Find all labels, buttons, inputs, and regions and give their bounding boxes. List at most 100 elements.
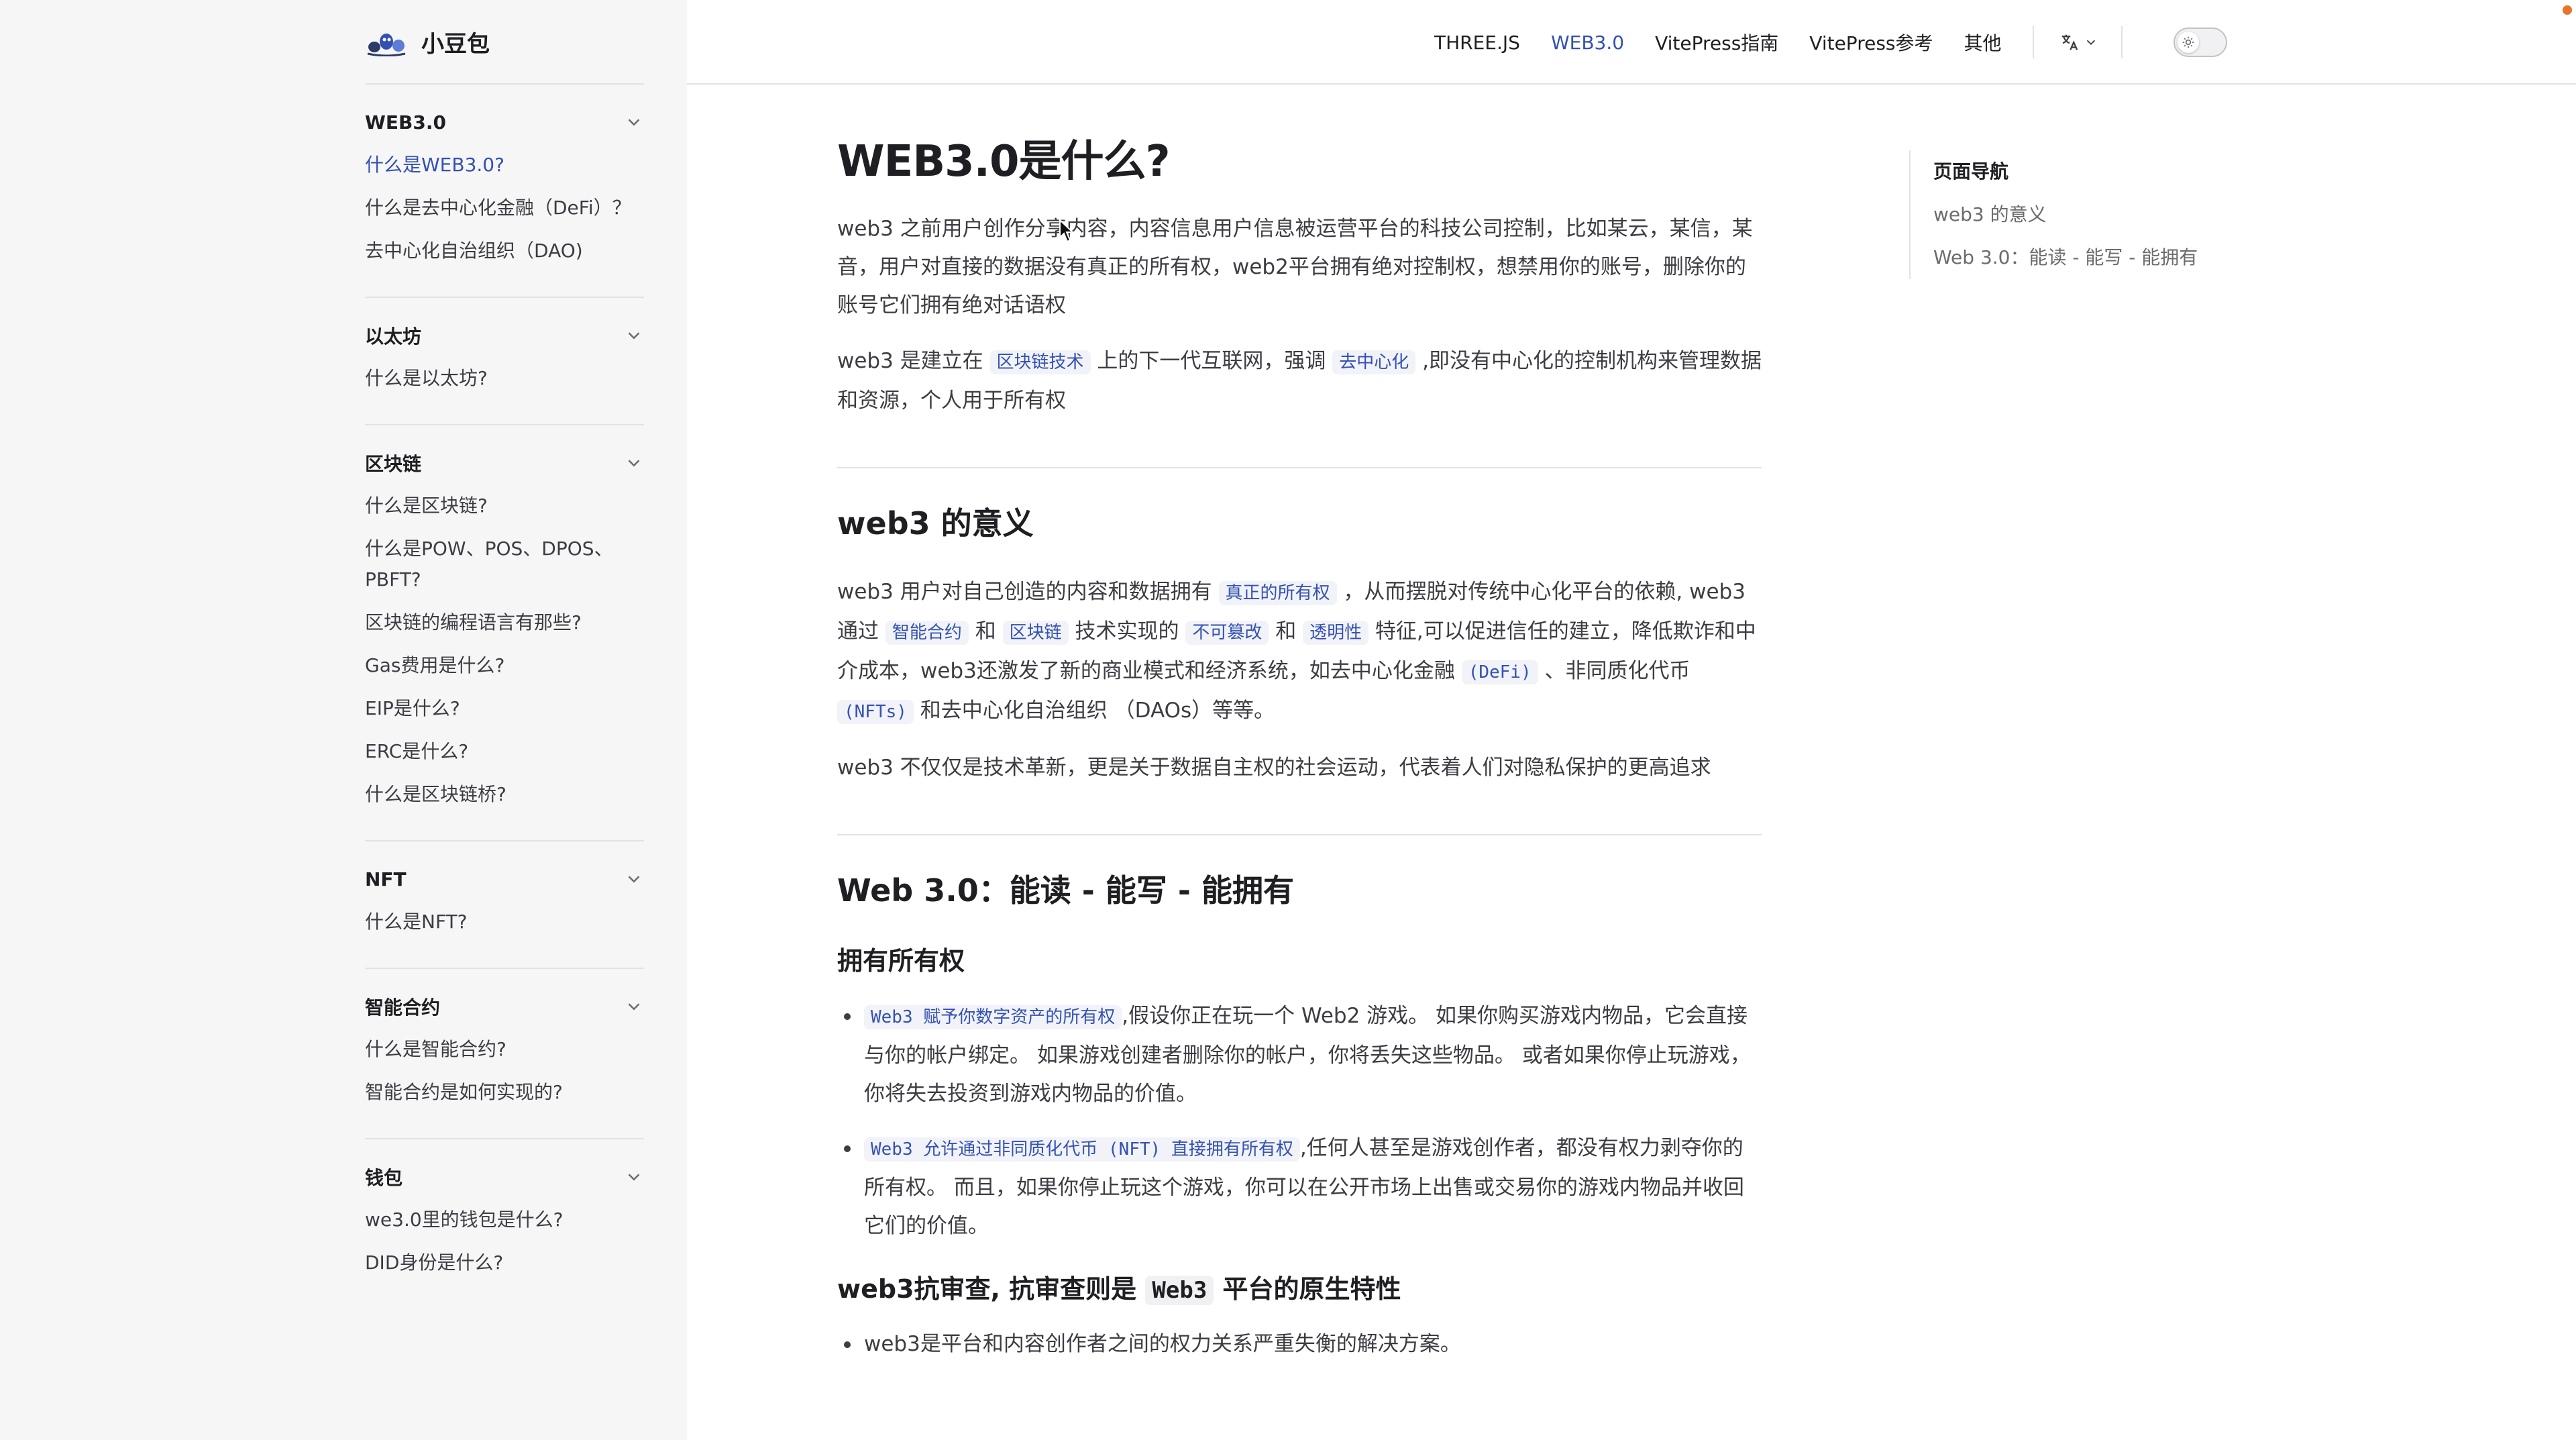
sidebar-group-header[interactable]: WEB3.0 bbox=[365, 101, 644, 144]
sidebar-group-header[interactable]: 以太坊 bbox=[365, 314, 644, 357]
text: 技术实现的 bbox=[1075, 619, 1179, 644]
inline-code: 智能合约 bbox=[885, 621, 969, 646]
nav-divider bbox=[2121, 26, 2123, 58]
theme-toggle-knob bbox=[2177, 32, 2199, 53]
brand[interactable]: 小豆包 bbox=[365, 0, 644, 85]
sidebar-group-smart-contract: 智能合约 什么是智能合约? 智能合约是如何实现的? bbox=[365, 969, 644, 1139]
inline-code: 真正的所有权 bbox=[1218, 581, 1337, 606]
inline-code: 区块链 bbox=[1002, 621, 1069, 646]
sidebar-item-wallet[interactable]: we3.0里的钱包是什么? bbox=[365, 1198, 644, 1241]
sidebar-item-ethereum[interactable]: 什么是以太坊? bbox=[365, 357, 644, 400]
text: web3抗审查, 抗审查则是 bbox=[837, 1274, 1137, 1304]
ownership-list: Web3 赋予你数字资产的所有权 ,假设你正在玩一个 Web2 游戏。 如果你购买… bbox=[837, 997, 1762, 1245]
chevron-down-icon bbox=[628, 1174, 640, 1181]
inline-code: (NFTs) bbox=[837, 700, 914, 725]
list-item: Web3 允许通过非同质化代币 (NFT) 直接拥有所有权 ,任何人甚至是游戏创作… bbox=[844, 1129, 1762, 1245]
section-divider bbox=[837, 467, 1762, 469]
sidebar-item-erc[interactable]: ERC是什么? bbox=[365, 730, 644, 773]
chevron-down-icon bbox=[628, 876, 640, 883]
chevron-down-icon bbox=[628, 332, 640, 340]
sidebar-item-did[interactable]: DID身份是什么? bbox=[365, 1241, 644, 1284]
sidebar-group-wallet: 钱包 we3.0里的钱包是什么? DID身份是什么? bbox=[365, 1139, 644, 1308]
sidebar-group-blockchain: 区块链 什么是区块链? 什么是POW、POS、DPOS、PBFT? 区块链的编程… bbox=[365, 425, 644, 841]
sidebar-group-header[interactable]: 区块链 bbox=[365, 442, 644, 484]
nav-link-web3[interactable]: WEB3.0 bbox=[1551, 32, 1624, 54]
sidebar-item-contract-impl[interactable]: 智能合约是如何实现的? bbox=[365, 1071, 644, 1114]
sidebar-group-title: WEB3.0 bbox=[365, 111, 446, 134]
chevron-down-icon bbox=[628, 1003, 640, 1011]
section-divider bbox=[837, 834, 1762, 836]
sidebar-group-title: NFT bbox=[365, 868, 407, 890]
bean-logo-icon bbox=[367, 34, 406, 56]
subheading-ownership: 拥有所有权 bbox=[837, 946, 965, 976]
text: 和 bbox=[1275, 619, 1297, 644]
censorship-list: web3是平台和内容创作者之间的权力关系严重失衡的解决方案。 bbox=[837, 1325, 1762, 1364]
sidebar-item-bridge[interactable]: 什么是区块链桥? bbox=[365, 773, 644, 816]
sidebar-group-title: 钱包 bbox=[365, 1167, 403, 1189]
outline-link-meaning[interactable]: web3 的意义 bbox=[1933, 193, 2245, 236]
sidebar-item-eip[interactable]: EIP是什么? bbox=[365, 687, 644, 730]
sidebar-group-web3: WEB3.0 什么是WEB3.0? 什么是去中心化金融（DeFi）？ 去中心化自… bbox=[365, 85, 644, 298]
sidebar-group-header[interactable]: 智能合约 bbox=[365, 985, 644, 1028]
outline-link-read-write-own[interactable]: Web 3.0：能读 - 能写 - 能拥有 bbox=[1933, 236, 2245, 279]
sidebar-item-nft[interactable]: 什么是NFT? bbox=[365, 901, 644, 943]
sidebar-group-title: 智能合约 bbox=[365, 996, 441, 1019]
sidebar-group-header[interactable]: NFT bbox=[365, 858, 644, 901]
nav-link-vitepress-reference[interactable]: VitePress参考 bbox=[1809, 29, 1933, 56]
inline-code: 透明性 bbox=[1303, 621, 1369, 646]
sidebar-item-what-is-web3[interactable]: 什么是WEB3.0? bbox=[365, 144, 644, 187]
inline-code: (DeFi) bbox=[1461, 660, 1538, 685]
text: 和 bbox=[975, 619, 996, 644]
theme-toggle[interactable] bbox=[2173, 28, 2227, 57]
inline-code: 区块链技术 bbox=[989, 350, 1091, 375]
sun-icon bbox=[2182, 36, 2194, 48]
mouse-cursor-icon bbox=[1059, 219, 1075, 243]
nav-link-threejs[interactable]: THREE.JS bbox=[1434, 32, 1520, 54]
article: WEB3.0是什么? web3 之前用户创作分享内容，内容信息用户信息被运营平台… bbox=[837, 134, 1762, 1380]
sidebar-group-title: 区块链 bbox=[365, 453, 422, 475]
inline-code: 不可篡改 bbox=[1185, 621, 1269, 646]
sidebar-item-blockchain[interactable]: 什么是区块链? bbox=[365, 484, 644, 527]
sidebar-group-header[interactable]: 钱包 bbox=[365, 1155, 644, 1198]
page-title: WEB3.0是什么? bbox=[837, 137, 1171, 187]
sidebar-item-gas[interactable]: Gas费用是什么? bbox=[365, 644, 644, 687]
nav-divider bbox=[2032, 26, 2034, 58]
brand-name: 小豆包 bbox=[421, 30, 490, 58]
intro-paragraph: web3 之前用户创作分享内容，内容信息用户信息被运营平台的科技公司控制，比如某… bbox=[837, 217, 1753, 318]
sidebar-group-ethereum: 以太坊 什么是以太坊? bbox=[365, 298, 644, 425]
outline-title: 页面导航 bbox=[1933, 160, 2009, 183]
inline-code: Web3 赋予你数字资产的所有权 bbox=[864, 1005, 1122, 1030]
text: 、非同质化代币 bbox=[1544, 659, 1690, 684]
inline-code: 去中心化 bbox=[1332, 350, 1416, 375]
sidebar: 小豆包 WEB3.0 什么是WEB3.0? 什么是去中心化金融（DeFi）？ 去… bbox=[0, 0, 687, 1440]
inline-code: Web3 bbox=[1145, 1276, 1214, 1306]
text: web3 是建立在 bbox=[837, 349, 983, 374]
text: 平台的原生特性 bbox=[1222, 1274, 1401, 1304]
subheading-censorship: web3抗审查, 抗审查则是 Web3 平台的原生特性 bbox=[837, 1268, 1762, 1306]
page: 小豆包 WEB3.0 什么是WEB3.0? 什么是去中心化金融（DeFi）？ 去… bbox=[0, 0, 2576, 1440]
translate-icon bbox=[2061, 34, 2078, 50]
language-switcher[interactable] bbox=[2059, 32, 2098, 52]
sidebar-group-title: 以太坊 bbox=[365, 325, 422, 348]
sidebar-item-defi[interactable]: 什么是去中心化金融（DeFi）？ bbox=[365, 187, 644, 229]
chevron-down-icon bbox=[628, 460, 640, 467]
meaning-summary: web3 不仅仅是技术革新，更是关于数据自主权的社会运动，代表着人们对隐私保护的… bbox=[837, 756, 1711, 780]
definition-paragraph: web3 是建立在 区块链技术 上的下一代互联网，强调 去中心化 ,即没有中心化… bbox=[837, 342, 1762, 420]
sidebar-item-consensus[interactable]: 什么是POW、POS、DPOS、PBFT? bbox=[365, 527, 644, 601]
list-item: Web3 赋予你数字资产的所有权 ,假设你正在玩一个 Web2 游戏。 如果你购买… bbox=[844, 997, 1762, 1113]
text: 和去中心化自治组织 （DAOs）等等。 bbox=[920, 699, 1275, 723]
sidebar-item-smart-contract[interactable]: 什么是智能合约? bbox=[365, 1028, 644, 1071]
sidebar-item-languages[interactable]: 区块链的编程语言有那些? bbox=[365, 601, 644, 644]
chevron-down-icon bbox=[628, 119, 640, 126]
meaning-paragraph: web3 用户对自己创造的内容和数据拥有 真正的所有权 ，从而摆脱对传统中心化平… bbox=[837, 573, 1762, 731]
section-heading-read-write-own: Web 3.0：能读 - 能写 - 能拥有 bbox=[837, 872, 1294, 909]
top-bar: THREE.JS WEB3.0 VitePress指南 VitePress参考 … bbox=[687, 0, 2576, 85]
sidebar-nav: WEB3.0 什么是WEB3.0? 什么是去中心化金融（DeFi）？ 去中心化自… bbox=[365, 85, 644, 1308]
page-outline: 页面导航 web3 的意义 Web 3.0：能读 - 能写 - 能拥有 bbox=[1909, 150, 2245, 279]
chevron-down-icon bbox=[2086, 40, 2095, 46]
nav-link-vitepress-guide[interactable]: VitePress指南 bbox=[1655, 29, 1778, 56]
sidebar-item-dao[interactable]: 去中心化自治组织（DAO) bbox=[365, 229, 644, 272]
top-nav: THREE.JS WEB3.0 VitePress指南 VitePress参考 … bbox=[1434, 0, 2227, 85]
nav-link-other[interactable]: 其他 bbox=[1964, 29, 2002, 56]
text: 上的下一代互联网，强调 bbox=[1097, 349, 1326, 374]
